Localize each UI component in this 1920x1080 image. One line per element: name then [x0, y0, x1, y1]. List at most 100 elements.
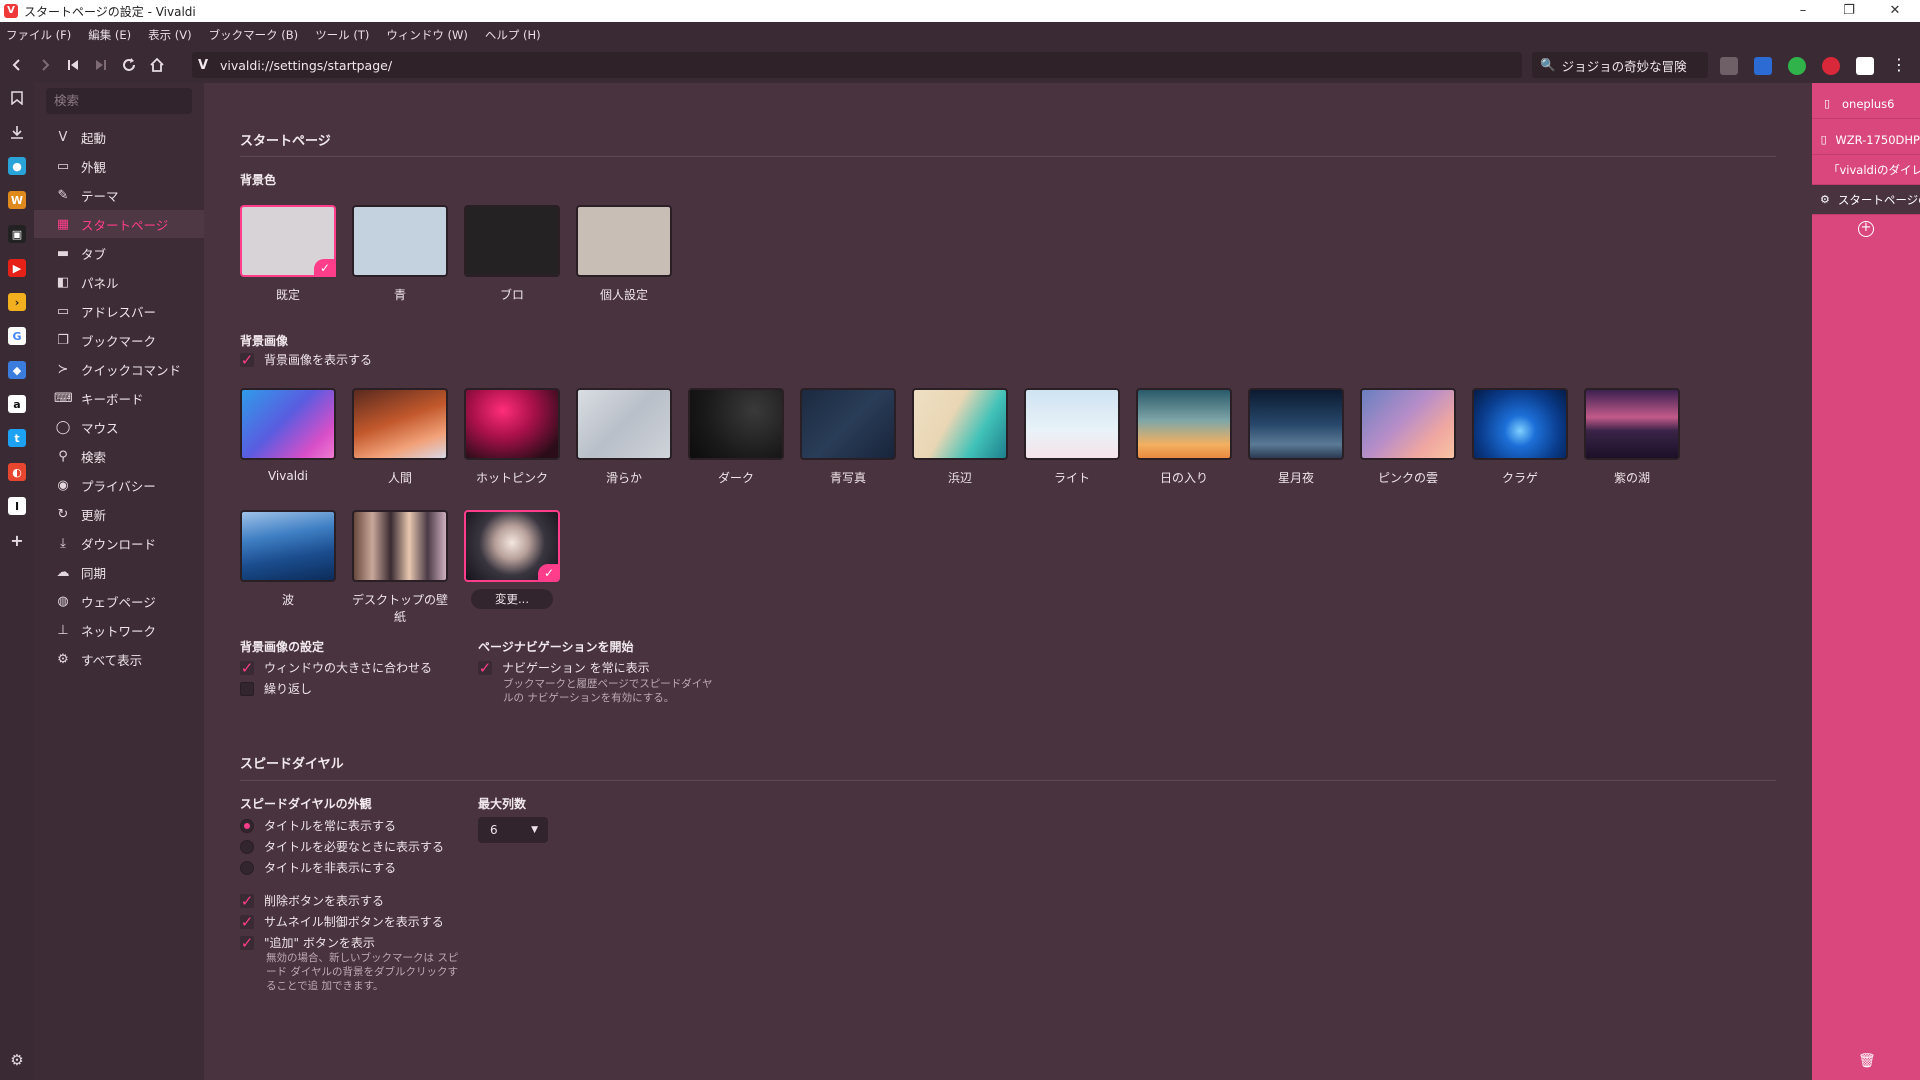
- forward-button[interactable]: [31, 51, 59, 79]
- extension-evernote-icon[interactable]: [1788, 57, 1806, 75]
- show-thumbnail-controls-checkbox[interactable]: ✓ サムネイル制御ボタンを表示する: [240, 913, 444, 931]
- sidebar-item-mouse[interactable]: ◯ マウス: [34, 413, 204, 441]
- show-delete-button-checkbox[interactable]: ✓ 削除ボタンを表示する: [240, 892, 384, 910]
- wiki-panel-icon[interactable]: W: [8, 191, 26, 209]
- instapaper-panel-icon[interactable]: I: [8, 497, 26, 515]
- sidebar-item-appearance[interactable]: ▭ 外観: [34, 152, 204, 180]
- sidebar-item-quick-commands[interactable]: ≻ クイックコマンド: [34, 355, 204, 383]
- minimize-button[interactable]: –: [1780, 0, 1826, 22]
- rewind-button[interactable]: [59, 51, 87, 79]
- google-panel-icon[interactable]: G: [8, 327, 26, 345]
- show-bg-image-checkbox[interactable]: ✓ 背景画像を表示する: [240, 351, 372, 369]
- change-image-button[interactable]: 変更...: [471, 589, 553, 609]
- sidebar-item-show-all[interactable]: ⚙ すべて表示: [34, 645, 204, 673]
- url-field[interactable]: V vivaldi://settings/startpage/: [192, 52, 1522, 78]
- fit-window-checkbox[interactable]: ✓ ウィンドウの大きさに合わせる: [240, 659, 432, 677]
- title-when-needed-radio[interactable]: タイトルを必要なときに表示する: [240, 838, 444, 855]
- max-columns-select[interactable]: 6 ▼: [478, 817, 548, 843]
- bg-image-sunset[interactable]: [1136, 388, 1232, 460]
- sidebar-item-downloads[interactable]: ⤓ ダウンロード: [34, 529, 204, 557]
- app-panel-icon[interactable]: ◆: [8, 361, 26, 379]
- downloads-panel-icon[interactable]: [8, 123, 26, 141]
- sidebar-item-keyboard[interactable]: ⌨ キーボード: [34, 384, 204, 412]
- sidebar-item-network[interactable]: ⊥ ネットワーク: [34, 616, 204, 644]
- fastforward-button[interactable]: [87, 51, 115, 79]
- back-button[interactable]: [3, 51, 31, 79]
- home-button[interactable]: [143, 51, 171, 79]
- search-engine-icon: 🔍: [1540, 57, 1556, 72]
- sidebar-item-webpages[interactable]: ◍ ウェブページ: [34, 587, 204, 615]
- bookmarks-panel-icon[interactable]: [8, 89, 26, 107]
- tab-item[interactable]: ▯ WZR-1750DHP: [1812, 125, 1920, 155]
- tab-item[interactable]: 「vivaldiのダイレ: [1812, 155, 1920, 185]
- sidebar-item-bookmarks[interactable]: ❐ ブックマーク: [34, 326, 204, 354]
- bg-color-blue-swatch[interactable]: [352, 205, 448, 277]
- sidebar-item-privacy[interactable]: ◉ プライバシー: [34, 471, 204, 499]
- show-add-button-checkbox[interactable]: ✓ "追加" ボタンを表示: [240, 934, 375, 952]
- extension-lastpass-icon[interactable]: [1822, 57, 1840, 75]
- bg-image-vivaldi[interactable]: [240, 388, 336, 460]
- bg-image-purple-lake[interactable]: [1584, 388, 1680, 460]
- restore-button[interactable]: ❐: [1826, 0, 1872, 22]
- maps-panel-icon[interactable]: ●: [8, 157, 26, 175]
- close-button[interactable]: ✕: [1872, 0, 1918, 22]
- section-title-speeddial: スピードダイヤル: [240, 757, 344, 772]
- menu-bookmarks[interactable]: ブックマーク (B): [209, 27, 299, 43]
- trash-icon[interactable]: 🗑: [1858, 1053, 1876, 1069]
- menu-help[interactable]: ヘルプ (H): [485, 27, 541, 43]
- bg-image-custom-selected[interactable]: ✓: [464, 510, 560, 582]
- bg-image-human[interactable]: [352, 388, 448, 460]
- bg-image-desktop-wallpaper[interactable]: [352, 510, 448, 582]
- video-panel-icon[interactable]: ▣: [8, 225, 26, 243]
- menu-kebab-icon[interactable]: ⋮: [1890, 57, 1908, 75]
- extension-bitwarden-icon[interactable]: [1754, 57, 1772, 75]
- bg-image-light[interactable]: [1024, 388, 1120, 460]
- sidebar-item-search[interactable]: ⚲ 検索: [34, 442, 204, 470]
- sidebar-item-panel[interactable]: ◧ パネル: [34, 268, 204, 296]
- amazon-panel-icon[interactable]: a: [8, 395, 26, 413]
- bg-image-label: 星月夜: [1277, 471, 1314, 485]
- always-show-nav-checkbox[interactable]: ✓ ナビゲーション を常に表示: [478, 659, 650, 677]
- opera-panel-icon[interactable]: ◐: [8, 463, 26, 481]
- title-always-radio[interactable]: タイトルを常に表示する: [240, 817, 396, 834]
- bg-color-default-swatch[interactable]: ✓: [240, 205, 336, 277]
- extension-instapaper-icon[interactable]: [1856, 57, 1874, 75]
- sidebar-item-sync[interactable]: ☁ 同期: [34, 558, 204, 586]
- title-hidden-radio[interactable]: タイトルを非表示にする: [240, 859, 396, 876]
- tab-item[interactable]: ▯ oneplus6: [1812, 89, 1920, 119]
- repeat-checkbox[interactable]: 繰り返し: [240, 680, 312, 697]
- sidebar-item-tabs[interactable]: ▬ タブ: [34, 239, 204, 267]
- bg-image-beach[interactable]: [912, 388, 1008, 460]
- sidebar-item-startup[interactable]: V 起動: [34, 123, 204, 151]
- bg-image-wave[interactable]: [240, 510, 336, 582]
- sidebar-item-theme[interactable]: ✎ テーマ: [34, 181, 204, 209]
- plex-panel-icon[interactable]: ›: [8, 293, 26, 311]
- menu-tools[interactable]: ツール (T): [315, 27, 369, 43]
- add-panel-icon[interactable]: +: [8, 531, 26, 550]
- sidebar-item-startpage[interactable]: ▦ スタートページ: [34, 210, 204, 238]
- search-field[interactable]: 🔍 ジョジョの奇妙な冒険: [1532, 52, 1708, 78]
- bg-color-custom-swatch[interactable]: [576, 205, 672, 277]
- bg-color-pro-swatch[interactable]: [464, 205, 560, 277]
- twitter-panel-icon[interactable]: t: [8, 429, 26, 447]
- sidebar-item-update[interactable]: ↻ 更新: [34, 500, 204, 528]
- bg-image-dark[interactable]: [688, 388, 784, 460]
- settings-search-input[interactable]: 検索: [46, 88, 192, 114]
- bg-image-blueprint[interactable]: [800, 388, 896, 460]
- menu-file[interactable]: ファイル (F): [6, 27, 71, 43]
- bg-image-starry-night[interactable]: [1248, 388, 1344, 460]
- menu-edit[interactable]: 編集 (E): [88, 27, 131, 43]
- bg-image-pink-clouds[interactable]: [1360, 388, 1456, 460]
- bg-image-hotpink[interactable]: [464, 388, 560, 460]
- new-tab-plus-icon[interactable]: +: [1858, 221, 1874, 237]
- bg-image-smooth[interactable]: [576, 388, 672, 460]
- reload-button[interactable]: [115, 51, 143, 79]
- bg-image-jellyfish[interactable]: [1472, 388, 1568, 460]
- menu-view[interactable]: 表示 (V): [148, 27, 192, 43]
- sidebar-item-addressbar[interactable]: ▭ アドレスバー: [34, 297, 204, 325]
- menu-window[interactable]: ウィンドウ (W): [386, 27, 468, 43]
- tab-item-active[interactable]: ⚙ スタートページの設: [1812, 185, 1920, 215]
- youtube-panel-icon[interactable]: ▶: [8, 259, 26, 277]
- settings-gear-icon[interactable]: ⚙: [8, 1051, 26, 1069]
- extension-shield-icon[interactable]: [1720, 57, 1738, 75]
